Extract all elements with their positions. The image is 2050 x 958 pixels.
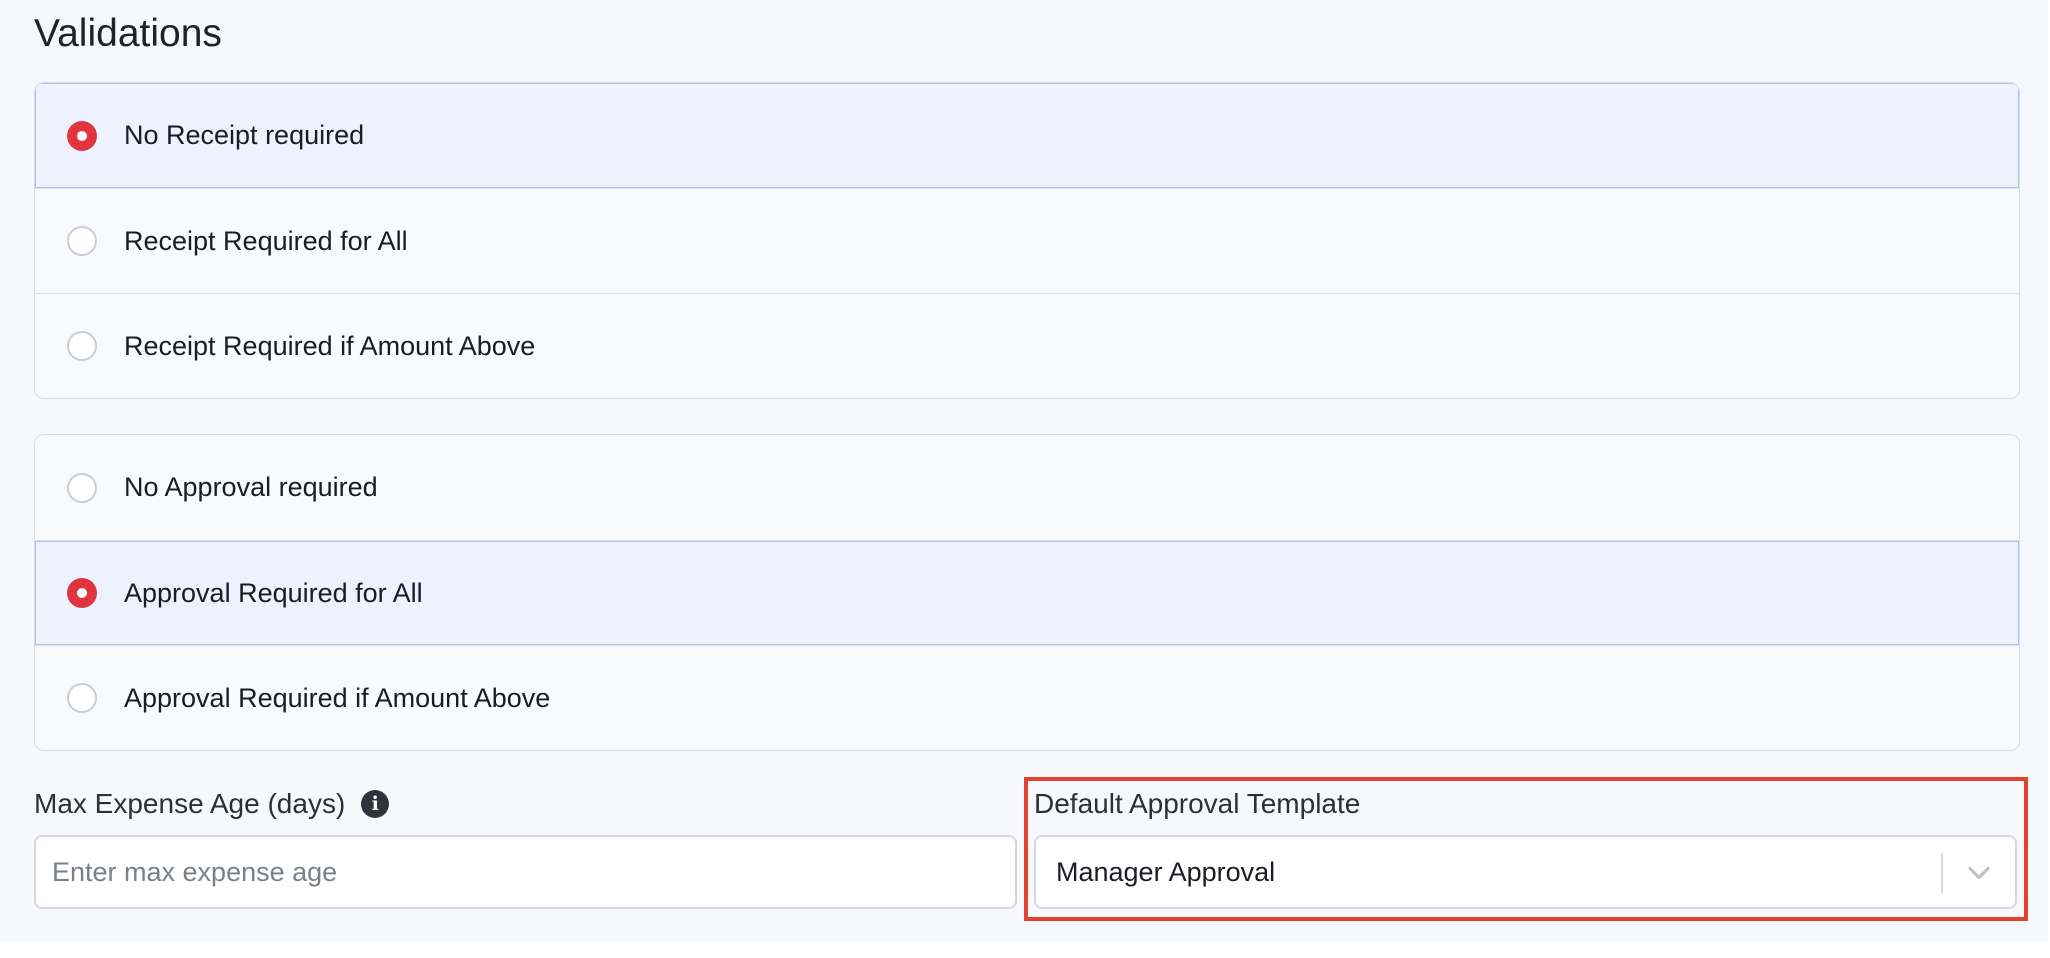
max-expense-age-label-row: Max Expense Age (days) i [34,788,390,820]
default-approval-template-label: Default Approval Template [1034,788,1361,819]
radio-label: No Approval required [124,472,378,502]
radio-label: Receipt Required for All [124,225,408,256]
radio-label: Receipt Required if Amount Above [124,330,536,361]
max-expense-age-label: Max Expense Age (days) [34,788,346,819]
radio-label: Approval Required for All [124,577,423,608]
validations-panel: Validations No Receipt required Receipt … [0,0,2048,942]
select-value: Manager Approval [1056,856,1276,887]
radio-label: No Receipt required [124,120,365,150]
info-icon[interactable]: i [361,790,390,818]
approval-option-all[interactable]: Approval Required for All [35,540,2019,645]
chevron-down-icon[interactable] [1961,855,1997,891]
radio-button[interactable] [67,331,97,361]
section-title: Validations [34,12,222,55]
radio-button-selected[interactable] [67,120,97,151]
approval-option-amount-above[interactable]: Approval Required if Amount Above [35,645,2019,750]
radio-button[interactable] [67,683,97,713]
radio-label: Approval Required if Amount Above [124,682,551,713]
receipt-option-all[interactable]: Receipt Required for All [35,188,2019,293]
receipt-option-amount-above[interactable]: Receipt Required if Amount Above [35,293,2019,398]
default-approval-template-select[interactable]: Manager Approval [1034,835,2017,909]
approval-options-group: No Approval required Approval Required f… [34,434,2020,751]
radio-button[interactable] [67,226,97,256]
radio-button[interactable] [67,472,97,503]
select-divider [1941,853,1943,893]
radio-button-selected[interactable] [67,578,97,608]
default-approval-template-label-row: Default Approval Template [1034,788,1360,820]
receipt-option-none[interactable]: No Receipt required [35,83,2019,188]
receipt-options-group: No Receipt required Receipt Required for… [34,82,2020,399]
approval-option-none[interactable]: No Approval required [35,435,2019,540]
max-expense-age-input[interactable] [34,835,1017,909]
